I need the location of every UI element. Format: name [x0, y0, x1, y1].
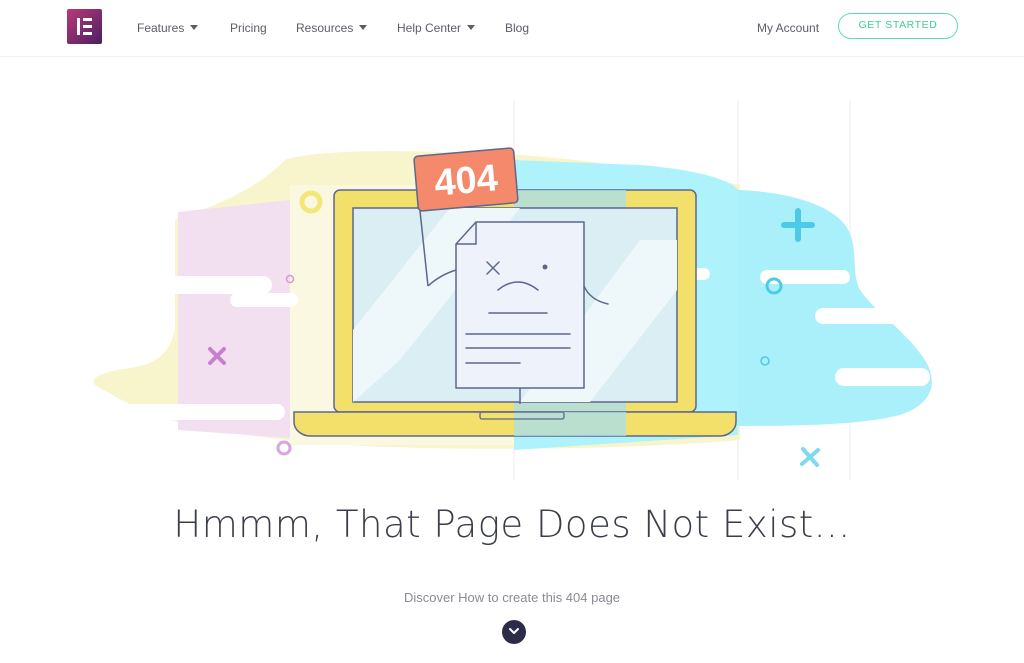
chevron-down-icon — [359, 25, 368, 30]
chevron-down-icon — [190, 25, 199, 30]
x-mark-cyan — [800, 447, 820, 467]
page-title: Hmmm, That Page Does Not Exist... — [173, 503, 851, 546]
my-account-link[interactable]: My Account — [757, 20, 819, 36]
nav-item-label: Blog — [505, 21, 530, 35]
pink-blob — [178, 200, 290, 438]
nav-item-help-center[interactable]: Help Center — [397, 20, 476, 36]
get-started-button[interactable]: GET STARTED — [838, 13, 958, 39]
ring-pink — [276, 440, 292, 456]
nav-item-features[interactable]: Features — [137, 20, 199, 36]
nav-item-label: Resources — [296, 21, 354, 35]
nav-item-resources[interactable]: Resources — [296, 20, 368, 36]
404-illustration: 404 — [93, 100, 932, 480]
nav-item-label: Help Center — [397, 21, 462, 35]
nav-item-label: Features — [137, 21, 185, 35]
scroll-down-button[interactable] — [502, 620, 526, 644]
nav-item-pricing[interactable]: Pricing — [230, 20, 267, 36]
discover-link[interactable]: Discover How to create this 404 page — [0, 590, 1024, 605]
chevron-down-icon — [467, 25, 476, 30]
site-header: Features Pricing Resources Help Center B… — [0, 0, 1024, 57]
elementor-logo-icon[interactable] — [67, 9, 102, 44]
nav-item-blog[interactable]: Blog — [505, 20, 529, 36]
404-sign-text: 404 — [433, 157, 500, 204]
nav-item-label: Pricing — [230, 21, 267, 35]
chevron-down-icon — [509, 628, 519, 634]
laptop-illustration: 404 — [293, 147, 737, 437]
